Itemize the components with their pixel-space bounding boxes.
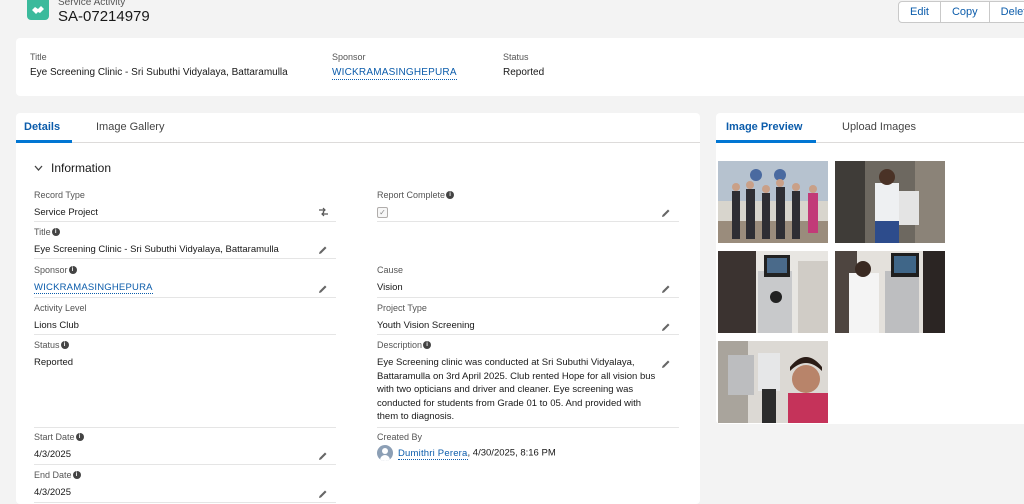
highlights-panel: Title Eye Screening Clinic - Sri Subuthi… [16, 38, 1024, 96]
handshake-icon [27, 0, 49, 20]
highlight-sponsor-label: Sponsor [332, 52, 366, 62]
record-type-label: Record Type [34, 190, 85, 200]
object-type-label: Service Activity [58, 0, 126, 8]
highlight-sponsor-link[interactable]: WICKRAMASINGHEPURA [332, 67, 457, 80]
edit-pencil-icon[interactable] [661, 321, 671, 331]
change-record-type-icon[interactable] [318, 206, 328, 217]
edit-pencil-icon[interactable] [661, 207, 671, 217]
active-tab-indicator [16, 140, 72, 143]
field-status: Status i Reported [34, 340, 336, 428]
tab-details[interactable]: Details [24, 121, 60, 133]
start-date-label: Start Date [34, 432, 75, 442]
project-type-value: Youth Vision Screening [377, 320, 475, 331]
field-created-by: Created By Dumithri Perera, 4/30/2025, 8… [377, 432, 679, 465]
info-icon[interactable]: i [423, 341, 432, 349]
info-icon[interactable]: i [446, 191, 455, 199]
group-photo-thumbnail[interactable] [718, 161, 828, 243]
edit-pencil-icon[interactable] [318, 244, 328, 254]
cause-label: Cause [377, 265, 404, 275]
field-record-type: Record Type Service Project [34, 190, 336, 222]
image-tabs: Image Preview Upload Images [716, 113, 1024, 143]
record-type-value: Service Project [34, 207, 98, 218]
tab-upload-images[interactable]: Upload Images [842, 121, 916, 133]
field-activity-level: Activity Level Lions Club [34, 303, 336, 335]
field-description: Description i Eye Screening clinic was co… [377, 340, 679, 428]
highlight-title: Title Eye Screening Clinic - Sri Subuthi… [30, 52, 288, 78]
edit-pencil-icon[interactable] [318, 283, 328, 293]
status-label: Status [34, 340, 60, 350]
cause-value: Vision [377, 282, 403, 293]
edit-pencil-icon[interactable] [661, 358, 671, 368]
record-name: SA-07214979 [58, 8, 150, 25]
edit-button[interactable]: Edit [898, 1, 941, 23]
end-date-value: 4/3/2025 [34, 487, 71, 498]
start-date-value: 4/3/2025 [34, 449, 71, 460]
info-icon[interactable]: i [60, 341, 69, 349]
highlight-status-label: Status [503, 52, 529, 62]
field-end-date: End Date i 4/3/2025 [34, 470, 336, 503]
highlight-title-label: Title [30, 52, 47, 62]
detail-tabs: Details Image Gallery [16, 113, 700, 143]
field-report-complete: Report Complete i ✓ [377, 190, 679, 222]
page-header: Service Activity SA-07214979 Edit Copy D… [0, 0, 1024, 30]
eye-exam-1-thumbnail[interactable] [718, 251, 828, 333]
highlight-status: Status Reported [503, 52, 544, 78]
report-complete-checkbox[interactable]: ✓ [377, 207, 388, 218]
student-at-bus-thumbnail[interactable] [835, 161, 945, 243]
tab-image-preview[interactable]: Image Preview [726, 121, 802, 133]
title-value: Eye Screening Clinic - Sri Subuthi Vidya… [34, 244, 279, 255]
status-value: Reported [34, 357, 74, 368]
selfie-thumbnail[interactable] [718, 341, 828, 423]
edit-pencil-icon[interactable] [661, 283, 671, 293]
field-cause: Cause Vision [377, 265, 679, 298]
project-type-label: Project Type [377, 303, 427, 313]
tab-image-gallery[interactable]: Image Gallery [96, 121, 164, 133]
user-avatar-icon [377, 445, 393, 461]
eye-exam-2-thumbnail[interactable] [835, 251, 945, 333]
highlight-status-value: Reported [503, 67, 545, 78]
created-by-user-link[interactable]: Dumithri Perera [398, 447, 468, 460]
activity-level-label: Activity Level [34, 303, 87, 313]
highlight-title-value: Eye Screening Clinic - Sri Subuthi Vidya… [30, 67, 288, 78]
information-section-header[interactable]: Information [34, 161, 111, 175]
description-value: Eye Screening clinic was conducted at Sr… [377, 357, 656, 422]
chevron-down-icon [34, 163, 44, 173]
end-date-label: End Date [34, 470, 72, 480]
created-by-label: Created By [377, 432, 423, 442]
section-title: Information [51, 161, 112, 175]
edit-pencil-icon[interactable] [318, 450, 328, 460]
title-label: Title [34, 227, 51, 237]
action-button-group: Edit Copy Delete [898, 1, 1024, 23]
created-by-timestamp: , 4/30/2025, 8:16 PM [467, 447, 556, 459]
sponsor-label: Sponsor [34, 265, 68, 275]
copy-button[interactable]: Copy [939, 1, 990, 23]
field-title: Title i Eye Screening Clinic - Sri Subuth… [34, 227, 336, 259]
info-icon[interactable]: i [75, 433, 84, 441]
active-tab-indicator [716, 140, 816, 143]
info-icon[interactable]: i [68, 266, 77, 274]
field-start-date: Start Date i 4/3/2025 [34, 432, 336, 465]
highlight-sponsor: Sponsor WICKRAMASINGHEPURA [332, 52, 457, 80]
edit-pencil-icon[interactable] [318, 488, 328, 498]
field-project-type: Project Type Youth Vision Screening [377, 303, 679, 335]
info-icon[interactable]: i [72, 471, 81, 479]
info-icon[interactable]: i [51, 228, 60, 236]
description-label: Description [377, 340, 423, 350]
report-complete-label: Report Complete [377, 190, 446, 200]
field-sponsor: Sponsor i WICKRAMASINGHEPURA [34, 265, 336, 298]
sponsor-link[interactable]: WICKRAMASINGHEPURA [34, 282, 153, 294]
image-card: Image Preview Upload Images [716, 113, 1024, 424]
activity-level-value: Lions Club [34, 320, 79, 331]
details-card: Details Image Gallery Information Record… [16, 113, 700, 504]
delete-button[interactable]: Delete [988, 1, 1024, 23]
